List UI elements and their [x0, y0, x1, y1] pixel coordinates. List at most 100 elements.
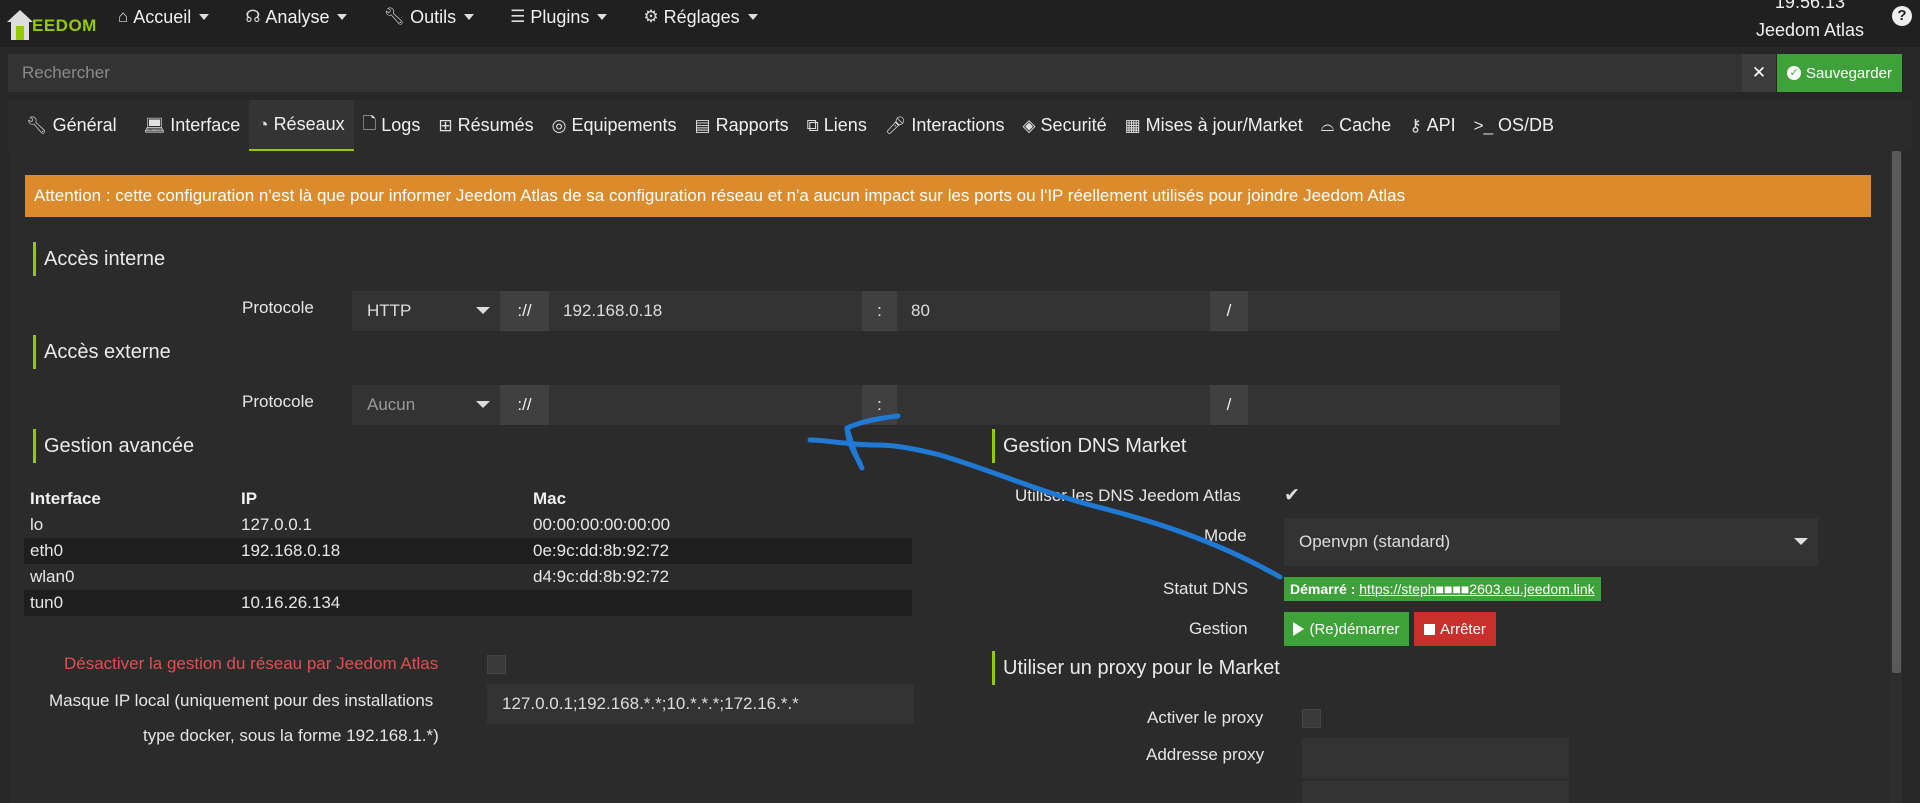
- tab-label: Mises à jour/Market: [1145, 115, 1303, 135]
- enable-proxy-checkbox[interactable]: [1302, 709, 1321, 728]
- table-row: wlan0 d4:9c:dd:8b:92:72: [24, 564, 912, 590]
- cell-mac: d4:9c:dd:8b:92:72: [533, 567, 670, 586]
- cell-ip: [235, 564, 527, 590]
- tab-api[interactable]: ⚷ API: [1400, 100, 1464, 151]
- stethoscope-icon: ☊: [245, 7, 261, 26]
- external-path-input[interactable]: [1248, 385, 1560, 425]
- external-port-input[interactable]: [897, 385, 1210, 425]
- menu-label: Réglages: [663, 6, 740, 27]
- chevron-down-icon: [476, 307, 490, 314]
- menu-reglages[interactable]: ⚙ Réglages: [643, 6, 758, 28]
- stop-icon: [1424, 623, 1436, 635]
- terminal-icon: >_: [1473, 115, 1494, 135]
- use-dns-checkbox[interactable]: ✔: [1284, 484, 1300, 507]
- home-icon: ⌂: [118, 7, 129, 26]
- tab-label: Rapports: [715, 115, 789, 135]
- cell-ip: 10.16.26.134: [235, 590, 527, 616]
- clear-search-button[interactable]: ✕: [1742, 54, 1776, 92]
- tab-label: Interface: [170, 115, 241, 135]
- disable-network-checkbox[interactable]: [487, 655, 506, 674]
- menu-outils[interactable]: 🔧︎ Outils: [383, 7, 475, 28]
- cell-ip: 192.168.0.18: [235, 538, 527, 564]
- scrollbar-thumb[interactable]: [1892, 151, 1901, 673]
- tab-reseaux[interactable]: ◔ Réseaux: [249, 100, 354, 151]
- table-icon: ⊞: [438, 115, 453, 135]
- tab-rapports[interactable]: ▤ Rapports: [686, 100, 798, 151]
- table-row: eth0 192.168.0.18 0e:9c:dd:8b:92:72: [24, 538, 912, 564]
- chevron-down-icon: [337, 14, 348, 20]
- section-proxy: Utiliser un proxy pour le Market: [992, 651, 1280, 685]
- tab-interface[interactable]: 💻︎ Interface: [135, 100, 250, 151]
- chevron-down-icon: [199, 14, 210, 20]
- stop-button[interactable]: Arrêter: [1414, 612, 1496, 646]
- tab-cache[interactable]: ⌓ Cache: [1312, 100, 1400, 151]
- tab-resumes[interactable]: ⊞ Résumés: [429, 100, 542, 151]
- proxy-address-label: Addresse proxy: [1146, 745, 1265, 764]
- tab-mises-a-jour[interactable]: ▦ Mises à jour/Market: [1116, 100, 1312, 151]
- cell-interface: tun0: [24, 590, 235, 616]
- table-row: tun0 10.16.26.134: [24, 590, 912, 616]
- table-header-row: Interface IP Mac: [24, 486, 912, 512]
- enable-proxy-label: Activer le proxy: [1147, 708, 1264, 727]
- cell-mac: [527, 590, 912, 616]
- tab-interactions[interactable]: 🎤︎ Interactions: [876, 100, 1014, 151]
- tab-equipements[interactable]: ◎ Equipements: [543, 100, 686, 151]
- section-advanced: Gestion avancée: [33, 429, 194, 463]
- col-interface: Interface: [30, 489, 101, 508]
- play-icon: [1293, 622, 1305, 636]
- menu-label: Analyse: [265, 6, 330, 27]
- proxy-address-input[interactable]: [1302, 738, 1569, 778]
- external-address-input[interactable]: [549, 385, 862, 425]
- tab-osdb[interactable]: >_ OS/DB: [1465, 100, 1563, 151]
- tab-label: Cache: [1339, 115, 1392, 135]
- menu-analyse[interactable]: ☊ Analyse: [245, 6, 348, 28]
- shield-icon: ◈: [1022, 115, 1036, 135]
- chevron-down-icon: [597, 14, 608, 20]
- status-badge: Démarré : https://steph■■■■2603.eu.jeedo…: [1284, 577, 1601, 601]
- file-icon: 🗋︎: [362, 114, 377, 133]
- tab-general[interactable]: 🔧︎ Général: [8, 100, 135, 151]
- tab-liens[interactable]: ⧉ Liens: [798, 100, 876, 151]
- tab-securite[interactable]: ◈ Securité: [1013, 100, 1115, 151]
- wrench-icon: 🔧︎: [26, 115, 48, 135]
- col-ip: IP: [241, 489, 258, 508]
- cell-mac: 0e:9c:dd:8b:92:72: [527, 538, 912, 564]
- internal-address-input[interactable]: 192.168.0.18: [549, 291, 862, 331]
- ip-mask-input[interactable]: 127.0.0.1;192.168.*.*;10.*.*.*;172.16.*.…: [487, 684, 914, 724]
- system-name: Jeedom Atlas: [1755, 20, 1864, 40]
- internal-protocol-select[interactable]: HTTP: [352, 291, 500, 331]
- menu-plugins[interactable]: ☰ Plugins: [510, 7, 608, 28]
- logo-text: EEDOM: [32, 16, 97, 35]
- proxy-port-input[interactable]: [1302, 781, 1569, 803]
- external-protocol-select[interactable]: Aucun: [352, 385, 500, 425]
- internal-port-input[interactable]: 80: [897, 291, 1210, 331]
- port-separator: :: [862, 385, 897, 425]
- help-icon[interactable]: ?: [1892, 6, 1912, 26]
- internal-path-input[interactable]: [1248, 291, 1560, 331]
- chevron-down-icon: [464, 14, 475, 20]
- path-separator: /: [1210, 291, 1248, 331]
- dns-manage-label: Gestion: [1189, 619, 1248, 638]
- tab-label: Interactions: [911, 115, 1005, 135]
- tab-label: API: [1426, 115, 1456, 135]
- config-tabs: 🔧︎ Général 💻︎ Interface ◔ Réseaux 🗋︎ Logs ⊞ R…: [8, 100, 1912, 151]
- dns-mode-select[interactable]: Openvpn (standard): [1284, 518, 1818, 566]
- tab-label: Liens: [823, 115, 867, 135]
- internal-protocol-label: Protocole: [242, 298, 314, 317]
- external-protocol-label: Protocole: [242, 392, 314, 411]
- wrench-icon: 🔧︎: [383, 7, 406, 26]
- save-button[interactable]: ✓ Sauvegarder: [1777, 54, 1902, 92]
- menu-accueil[interactable]: ⌂ Accueil: [118, 7, 210, 28]
- clock: 19:56:13 Jeedom Atlas: [1756, 0, 1864, 40]
- protocol-value: Aucun: [367, 395, 416, 414]
- jeedom-logo[interactable]: EEDOM: [6, 2, 97, 42]
- restart-button[interactable]: (Re)démarrer: [1284, 612, 1409, 646]
- dns-status-link[interactable]: https://steph■■■■2603.eu.jeedom.link: [1359, 581, 1594, 597]
- stop-label: Arrêter: [1440, 620, 1486, 638]
- disable-network-label: Désactiver la gestion du réseau par Jeed…: [64, 654, 439, 673]
- clock-time: 19:56:13: [1774, 0, 1845, 12]
- search-input[interactable]: [8, 54, 1742, 92]
- tab-logs[interactable]: 🗋︎ Logs: [354, 100, 430, 151]
- check-circle-icon: ✓: [1787, 66, 1802, 80]
- col-mac: Mac: [533, 489, 567, 508]
